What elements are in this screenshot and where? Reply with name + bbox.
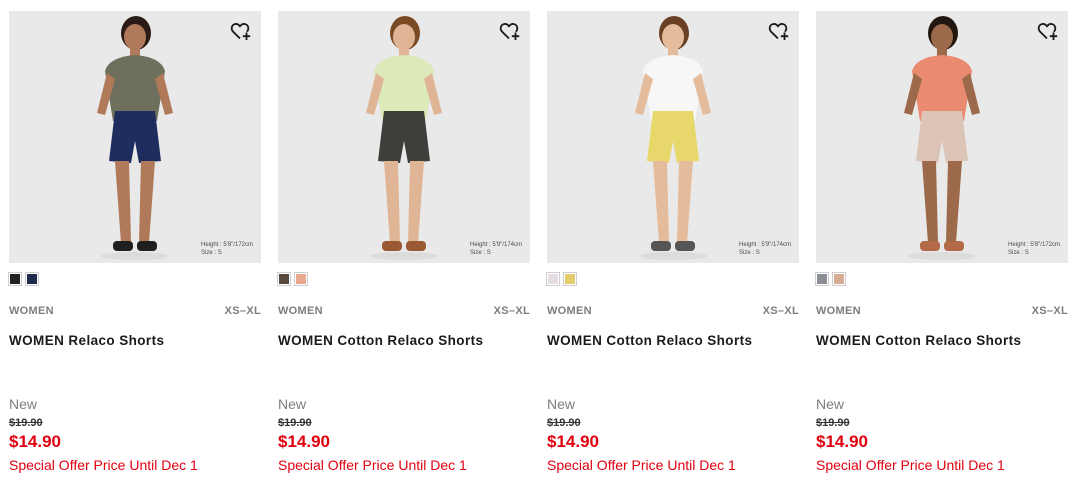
product-meta: WOMEN XS–XL — [816, 305, 1068, 317]
color-swatch[interactable] — [25, 272, 39, 286]
original-price: $19.90 — [9, 417, 43, 429]
product-grid: Height : 5'8"/172cm Size : S WOMEN XS–XL… — [0, 0, 1080, 497]
size-range: XS–XL — [1031, 305, 1068, 317]
model-height: Height : 5'8"/172cm — [1008, 242, 1060, 248]
model-height: Height : 5'8"/172cm — [201, 242, 253, 248]
original-price: $19.90 — [278, 417, 312, 429]
model-info: Height : 5'8"/172cm Size : S — [1008, 241, 1060, 257]
color-swatch[interactable] — [8, 272, 22, 286]
model-size: Size : S — [1008, 250, 1029, 256]
model-height: Height : 5'9"/174cm — [470, 242, 522, 248]
color-swatches — [8, 272, 39, 286]
model-size: Size : S — [739, 250, 760, 256]
heart-plus-icon[interactable] — [1036, 19, 1060, 43]
product-meta: WOMEN XS–XL — [547, 305, 799, 317]
product-card[interactable]: Height : 5'8"/172cm Size : S WOMEN XS–XL… — [815, 11, 1068, 491]
color-swatch[interactable] — [546, 272, 560, 286]
color-swatches — [546, 272, 577, 286]
color-swatch[interactable] — [815, 272, 829, 286]
promo-text: Special Offer Price Until Dec 1 — [9, 457, 198, 473]
model-info: Height : 5'8"/172cm Size : S — [201, 241, 253, 257]
model-height: Height : 5'9"/174cm — [739, 242, 791, 248]
gender-label: WOMEN — [9, 305, 54, 317]
new-flag: New — [816, 396, 845, 412]
product-meta: WOMEN XS–XL — [278, 305, 530, 317]
product-image[interactable]: Height : 5'8"/172cm Size : S — [816, 11, 1068, 263]
new-flag: New — [547, 396, 576, 412]
model-info: Height : 5'9"/174cm Size : S — [470, 241, 522, 257]
sale-price: $14.90 — [547, 432, 599, 451]
color-swatch[interactable] — [294, 272, 308, 286]
original-price: $19.90 — [816, 417, 850, 429]
product-image[interactable]: Height : 5'8"/172cm Size : S — [9, 11, 261, 263]
heart-plus-icon[interactable] — [498, 19, 522, 43]
size-range: XS–XL — [224, 305, 261, 317]
new-flag: New — [278, 396, 307, 412]
model-photo — [635, 16, 711, 260]
product-name[interactable]: WOMEN Cotton Relaco Shorts — [278, 333, 530, 348]
promo-text: Special Offer Price Until Dec 1 — [816, 457, 1005, 473]
sale-price: $14.90 — [9, 432, 61, 451]
gender-label: WOMEN — [547, 305, 592, 317]
product-image[interactable]: Height : 5'9"/174cm Size : S — [278, 11, 530, 263]
product-image[interactable]: Height : 5'9"/174cm Size : S — [547, 11, 799, 263]
original-price: $19.90 — [547, 417, 581, 429]
product-card[interactable]: Height : 5'8"/172cm Size : S WOMEN XS–XL… — [8, 11, 261, 491]
product-card[interactable]: Height : 5'9"/174cm Size : S WOMEN XS–XL… — [546, 11, 799, 491]
product-name[interactable]: WOMEN Cotton Relaco Shorts — [816, 333, 1068, 348]
promo-text: Special Offer Price Until Dec 1 — [547, 457, 736, 473]
model-size: Size : S — [201, 250, 222, 256]
color-swatch[interactable] — [277, 272, 291, 286]
gender-label: WOMEN — [278, 305, 323, 317]
color-swatches — [277, 272, 308, 286]
gender-label: WOMEN — [816, 305, 861, 317]
model-photo — [904, 16, 980, 260]
sale-price: $14.90 — [278, 432, 330, 451]
size-range: XS–XL — [762, 305, 799, 317]
heart-plus-icon[interactable] — [767, 19, 791, 43]
product-name[interactable]: WOMEN Relaco Shorts — [9, 333, 261, 348]
heart-plus-icon[interactable] — [229, 19, 253, 43]
color-swatch[interactable] — [832, 272, 846, 286]
model-info: Height : 5'9"/174cm Size : S — [739, 241, 791, 257]
color-swatch[interactable] — [563, 272, 577, 286]
model-photo — [97, 16, 173, 260]
product-name[interactable]: WOMEN Cotton Relaco Shorts — [547, 333, 799, 348]
new-flag: New — [9, 396, 38, 412]
color-swatches — [815, 272, 846, 286]
product-meta: WOMEN XS–XL — [9, 305, 261, 317]
product-card[interactable]: Height : 5'9"/174cm Size : S WOMEN XS–XL… — [277, 11, 530, 491]
promo-text: Special Offer Price Until Dec 1 — [278, 457, 467, 473]
sale-price: $14.90 — [816, 432, 868, 451]
model-size: Size : S — [470, 250, 491, 256]
size-range: XS–XL — [493, 305, 530, 317]
model-photo — [366, 16, 442, 260]
